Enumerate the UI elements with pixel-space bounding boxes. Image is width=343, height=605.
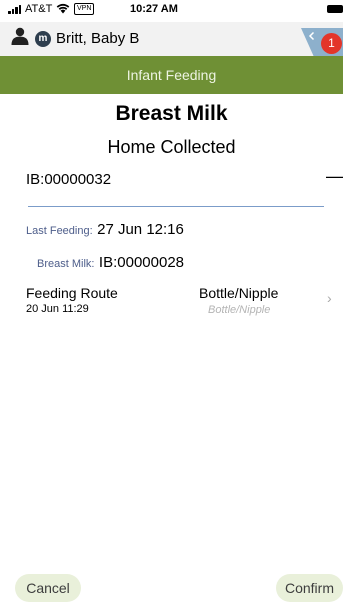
patient-name[interactable]: Britt, Baby B (56, 30, 139, 47)
chevron-right-icon[interactable]: › (327, 290, 332, 306)
feeding-route-placeholder: Bottle/Nipple (208, 304, 271, 316)
clock: 10:27 AM (130, 3, 178, 15)
alert-count-badge[interactable]: 1 (321, 33, 342, 54)
status-bar: AT&T VPN 10:27 AM (0, 0, 343, 22)
feeding-route-value[interactable]: Bottle/Nipple (199, 285, 278, 301)
wifi-icon (56, 3, 70, 14)
vpn-badge: VPN (74, 3, 95, 15)
collapse-dash[interactable]: — (326, 166, 343, 187)
page-title-bar: Infant Feeding (0, 56, 343, 94)
milk-id: IB:00000032 (26, 171, 112, 188)
person-icon (11, 27, 29, 45)
divider (28, 206, 324, 207)
breast-milk-value: IB:00000028 (98, 254, 184, 271)
last-feeding-value: 27 Jun 12:16 (97, 221, 184, 238)
carrier-label: AT&T (25, 3, 53, 15)
confirm-button[interactable]: Confirm (276, 574, 343, 602)
product-title: Breast Milk (115, 102, 228, 125)
last-feeding-label: Last Feeding: (26, 225, 93, 237)
breast-milk-label: Breast Milk: (37, 258, 95, 270)
feeding-route-label: Feeding Route (26, 285, 118, 301)
battery-icon (327, 5, 343, 13)
patient-header: m Britt, Baby B 1 (0, 22, 343, 57)
patient-type-badge: m (35, 31, 51, 47)
cancel-button[interactable]: Cancel (15, 574, 81, 602)
feeding-route-date: 20 Jun 11:29 (26, 303, 89, 315)
breast-milk-row: Breast Milk: IB:00000028 (37, 254, 184, 272)
signal-icon (8, 5, 21, 14)
last-feeding-row: Last Feeding: 27 Jun 12:16 (26, 221, 184, 239)
collection-type: Home Collected (107, 137, 236, 157)
